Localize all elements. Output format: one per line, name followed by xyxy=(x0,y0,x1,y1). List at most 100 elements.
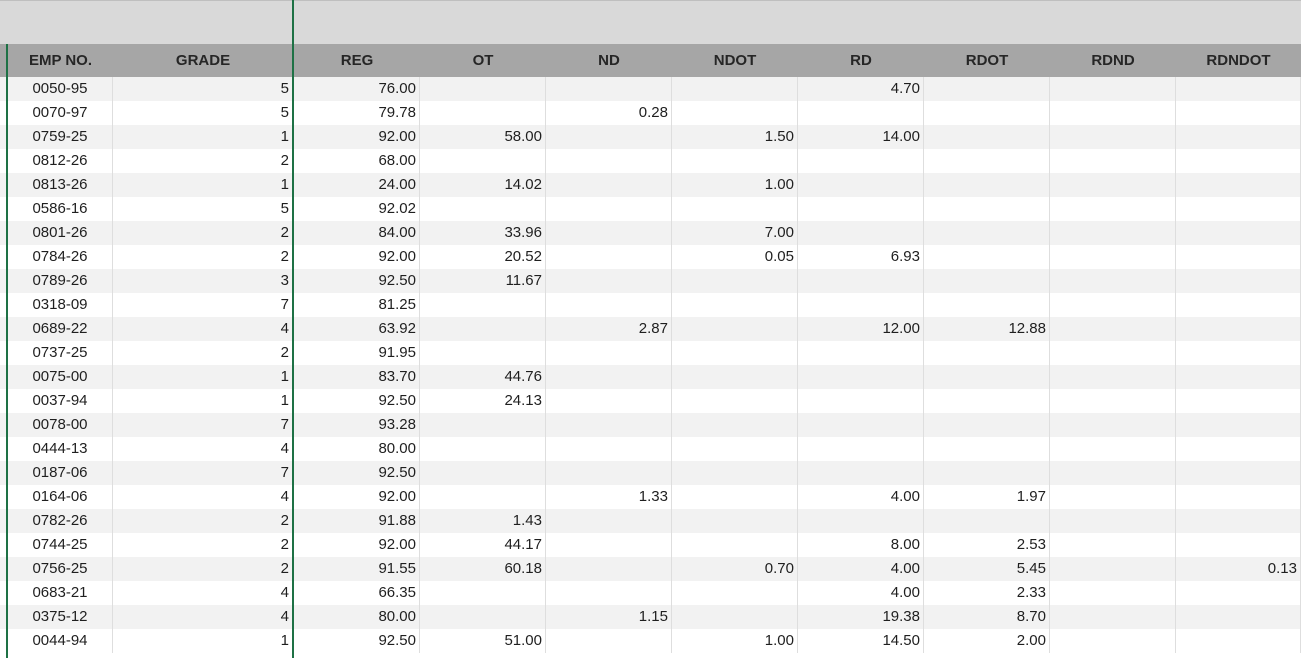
table-cell[interactable]: 8.00 xyxy=(798,533,924,557)
table-cell[interactable] xyxy=(924,365,1050,389)
table-cell[interactable] xyxy=(672,197,798,221)
table-cell[interactable]: 93.28 xyxy=(294,413,420,437)
table-cell[interactable]: 6.93 xyxy=(798,245,924,269)
table-cell[interactable] xyxy=(1176,293,1301,317)
table-cell[interactable]: 20.52 xyxy=(420,245,546,269)
table-cell[interactable] xyxy=(1176,173,1301,197)
table-cell[interactable]: 14.50 xyxy=(798,629,924,653)
table-cell[interactable]: 0759-25 xyxy=(8,125,113,149)
table-cell[interactable] xyxy=(1176,509,1301,533)
table-cell[interactable] xyxy=(924,461,1050,485)
table-cell[interactable] xyxy=(924,341,1050,365)
table-cell[interactable] xyxy=(1176,605,1301,629)
table-cell[interactable] xyxy=(546,509,672,533)
table-cell[interactable] xyxy=(924,509,1050,533)
table-cell[interactable]: 92.50 xyxy=(294,461,420,485)
table-cell[interactable]: 33.96 xyxy=(420,221,546,245)
table-cell[interactable] xyxy=(672,269,798,293)
table-cell[interactable]: 80.00 xyxy=(294,605,420,629)
table-cell[interactable]: 0683-21 xyxy=(8,581,113,605)
table-cell[interactable]: 68.00 xyxy=(294,149,420,173)
table-cell[interactable] xyxy=(1050,629,1176,653)
table-cell[interactable]: 0070-97 xyxy=(8,101,113,125)
table-cell[interactable]: 0318-09 xyxy=(8,293,113,317)
table-cell[interactable]: 79.78 xyxy=(294,101,420,125)
table-cell[interactable] xyxy=(546,341,672,365)
table-cell[interactable]: 14.02 xyxy=(420,173,546,197)
table-cell[interactable] xyxy=(420,485,546,509)
table-cell[interactable]: 1 xyxy=(113,173,293,197)
table-cell[interactable] xyxy=(420,437,546,461)
table-cell[interactable]: 14.00 xyxy=(798,125,924,149)
table-cell[interactable] xyxy=(1176,485,1301,509)
table-cell[interactable]: 11.67 xyxy=(420,269,546,293)
table-cell[interactable]: 92.00 xyxy=(294,245,420,269)
column-header[interactable]: GRADE xyxy=(113,44,293,77)
table-cell[interactable] xyxy=(420,317,546,341)
table-cell[interactable] xyxy=(798,221,924,245)
table-cell[interactable]: 91.55 xyxy=(294,557,420,581)
table-cell[interactable] xyxy=(420,581,546,605)
column-header[interactable]: RDOT xyxy=(924,44,1050,77)
table-cell[interactable] xyxy=(1050,437,1176,461)
table-cell[interactable] xyxy=(672,437,798,461)
table-cell[interactable]: 92.50 xyxy=(294,629,420,653)
table-cell[interactable] xyxy=(1050,197,1176,221)
table-cell[interactable] xyxy=(546,269,672,293)
table-cell[interactable] xyxy=(420,197,546,221)
table-cell[interactable]: 91.88 xyxy=(294,509,420,533)
table-cell[interactable] xyxy=(672,101,798,125)
table-cell[interactable] xyxy=(1176,389,1301,413)
table-cell[interactable]: 0737-25 xyxy=(8,341,113,365)
table-cell[interactable] xyxy=(546,533,672,557)
table-cell[interactable]: 1 xyxy=(113,125,293,149)
table-cell[interactable] xyxy=(546,461,672,485)
table-cell[interactable]: 0782-26 xyxy=(8,509,113,533)
table-cell[interactable]: 44.17 xyxy=(420,533,546,557)
table-cell[interactable]: 0812-26 xyxy=(8,149,113,173)
table-cell[interactable] xyxy=(924,173,1050,197)
table-cell[interactable]: 0037-94 xyxy=(8,389,113,413)
table-cell[interactable] xyxy=(1176,317,1301,341)
table-cell[interactable]: 81.25 xyxy=(294,293,420,317)
table-cell[interactable]: 7.00 xyxy=(672,221,798,245)
column-header[interactable]: RDNDOT xyxy=(1176,44,1301,77)
table-cell[interactable] xyxy=(798,413,924,437)
table-cell[interactable]: 0689-22 xyxy=(8,317,113,341)
table-cell[interactable] xyxy=(1176,101,1301,125)
table-cell[interactable] xyxy=(420,461,546,485)
table-cell[interactable] xyxy=(672,509,798,533)
table-cell[interactable] xyxy=(1050,293,1176,317)
table-cell[interactable] xyxy=(798,101,924,125)
table-cell[interactable] xyxy=(1176,221,1301,245)
table-cell[interactable]: 0744-25 xyxy=(8,533,113,557)
table-cell[interactable] xyxy=(798,389,924,413)
table-cell[interactable]: 12.00 xyxy=(798,317,924,341)
table-cell[interactable]: 66.35 xyxy=(294,581,420,605)
table-cell[interactable] xyxy=(924,413,1050,437)
table-cell[interactable] xyxy=(420,293,546,317)
table-cell[interactable]: 2 xyxy=(113,341,293,365)
table-cell[interactable]: 92.50 xyxy=(294,389,420,413)
table-cell[interactable]: 1.00 xyxy=(672,629,798,653)
table-cell[interactable] xyxy=(924,245,1050,269)
table-cell[interactable]: 5 xyxy=(113,101,293,125)
table-cell[interactable] xyxy=(1176,149,1301,173)
table-cell[interactable] xyxy=(546,221,672,245)
table-cell[interactable] xyxy=(1176,365,1301,389)
table-cell[interactable] xyxy=(672,533,798,557)
table-cell[interactable] xyxy=(924,197,1050,221)
table-cell[interactable] xyxy=(420,605,546,629)
table-cell[interactable] xyxy=(546,197,672,221)
table-cell[interactable]: 4.00 xyxy=(798,581,924,605)
table-cell[interactable] xyxy=(1176,341,1301,365)
column-header[interactable]: EMP NO. xyxy=(8,44,113,77)
table-cell[interactable] xyxy=(546,581,672,605)
table-cell[interactable] xyxy=(546,629,672,653)
table-cell[interactable] xyxy=(924,221,1050,245)
table-cell[interactable] xyxy=(1050,581,1176,605)
table-cell[interactable] xyxy=(546,413,672,437)
table-cell[interactable] xyxy=(1050,389,1176,413)
table-cell[interactable] xyxy=(420,77,546,101)
table-cell[interactable]: 92.00 xyxy=(294,533,420,557)
